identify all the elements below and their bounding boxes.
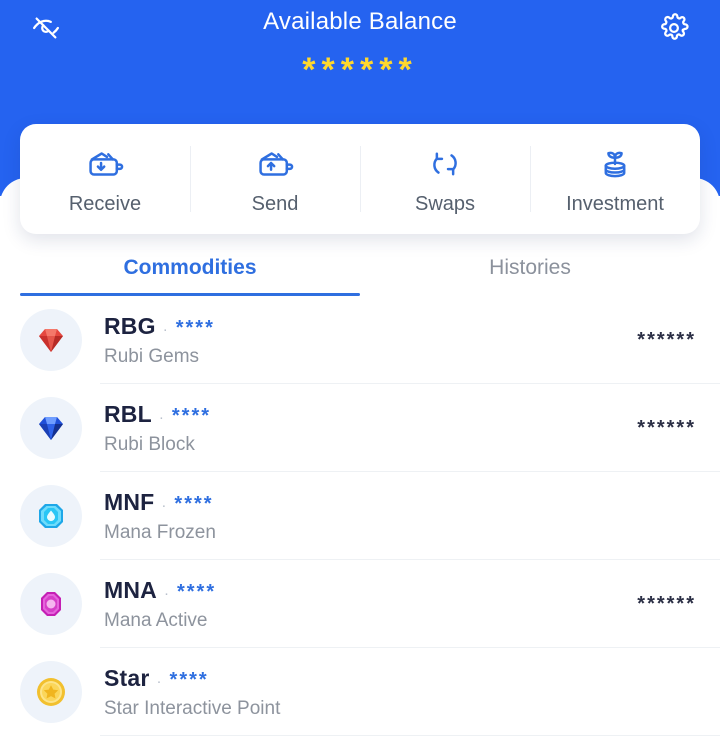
wallet-download-icon (84, 143, 126, 185)
action-swaps[interactable]: Swaps (360, 124, 530, 234)
asset-amount: **** (176, 580, 217, 603)
action-receive[interactable]: Receive (20, 124, 190, 234)
asset-tabs: Commodities Histories (20, 240, 700, 296)
page-title: Available Balance (263, 8, 457, 35)
asset-title-row: RBL · **** (104, 401, 637, 428)
asset-symbol: RBL (104, 400, 152, 427)
action-investment-label: Investment (566, 192, 664, 215)
tab-commodities[interactable]: Commodities (20, 240, 360, 296)
asset-info: Star · **** Star Interactive Point (104, 665, 696, 720)
asset-symbol: MNA (104, 576, 157, 603)
plant-coins-icon (594, 143, 636, 185)
asset-title-row: MNA · **** (104, 577, 637, 604)
asset-name: Mana Frozen (104, 521, 216, 543)
swap-arrows-icon (424, 143, 466, 185)
action-receive-label: Receive (68, 192, 142, 215)
asset-amount: **** (175, 316, 215, 339)
action-send[interactable]: Send (190, 124, 360, 234)
asset-value: ****** (637, 328, 696, 351)
table-row[interactable]: RBL · **** Rubi Block ****** (0, 384, 720, 472)
asset-title-row: RBG · **** (104, 313, 637, 340)
asset-separator: · (158, 408, 164, 426)
asset-info: MNA · **** Mana Active (104, 577, 637, 632)
asset-name: Mana Active (104, 609, 208, 631)
asset-info: RBG · **** Rubi Gems (104, 313, 637, 368)
asset-name: Star Interactive Point (104, 697, 281, 719)
blue-diamond-icon (20, 397, 82, 459)
action-send-label: Send (251, 192, 299, 215)
table-row[interactable]: RBG · **** Rubi Gems ****** (0, 296, 720, 384)
gold-star-coin-icon (20, 661, 82, 723)
asset-symbol: MNF (104, 488, 155, 515)
asset-list: RBG · **** Rubi Gems ****** RBL · **** R… (0, 296, 720, 736)
asset-info: MNF · **** Mana Frozen (104, 489, 696, 544)
asset-info: RBL · **** Rubi Block (104, 401, 637, 456)
tab-histories-label: Histories (489, 256, 571, 279)
wallet-screen: Available Balance ****** Receive Send Sw… (0, 0, 720, 743)
action-investment[interactable]: Investment (530, 124, 700, 234)
tab-commodities-label: Commodities (123, 256, 257, 279)
asset-symbol: RBG (104, 312, 156, 339)
asset-separator: · (156, 672, 162, 690)
asset-amount: **** (174, 492, 214, 515)
asset-title-row: MNF · **** (104, 489, 696, 516)
asset-amount: **** (169, 668, 209, 691)
asset-separator: · (163, 584, 169, 602)
action-swaps-label: Swaps (414, 192, 476, 215)
asset-name: Rubi Block (104, 433, 195, 455)
asset-symbol: Star (104, 664, 150, 691)
asset-separator: · (162, 320, 168, 338)
table-row[interactable]: Star · **** Star Interactive Point (0, 648, 720, 736)
quick-actions-card: Receive Send Swaps Investment (20, 124, 700, 234)
magenta-gem-icon (20, 573, 82, 635)
asset-value: ****** (637, 416, 696, 439)
red-gem-icon (20, 309, 82, 371)
tab-histories[interactable]: Histories (360, 240, 700, 296)
asset-amount: **** (171, 404, 212, 427)
asset-title-row: Star · **** (104, 665, 696, 692)
asset-name: Rubi Gems (104, 345, 200, 367)
available-balance-value: ****** (302, 51, 418, 89)
wallet-upload-icon (254, 143, 296, 185)
table-row[interactable]: MNA · **** Mana Active ****** (0, 560, 720, 648)
table-row[interactable]: MNF · **** Mana Frozen (0, 472, 720, 560)
asset-value: ****** (637, 592, 696, 615)
asset-separator: · (161, 496, 167, 514)
cyan-frozen-gem-icon (20, 485, 82, 547)
